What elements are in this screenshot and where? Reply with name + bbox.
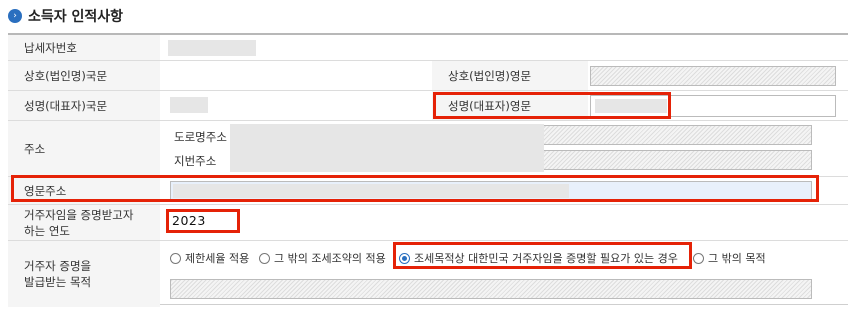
eng-address-cell [160, 177, 848, 204]
year-value[interactable]: 2023 [172, 213, 206, 228]
row-name: 성명(대표자)국문 성명(대표자)영문 [8, 91, 848, 121]
tax-id-value-masked [168, 40, 256, 56]
purpose-label-line2: 발급받는 목적 [24, 275, 92, 289]
company-en-cell [588, 61, 848, 90]
address-cell: 도로명주소 지번주소 [160, 121, 848, 176]
row-address: 주소 도로명주소 지번주소 [8, 121, 848, 177]
company-en-input[interactable] [590, 66, 836, 86]
purpose-label: 거주자 증명을 발급받는 목적 [8, 241, 160, 307]
year-label: 거주자임을 증명받고자 하는 연도 [8, 205, 160, 240]
purpose-other-input[interactable] [170, 279, 812, 299]
name-kr-cell [160, 91, 432, 120]
eng-address-input[interactable] [170, 181, 812, 201]
row-purpose: 거주자 증명을 발급받는 목적 제한세율 적용 그 밖의 조세조약의 적용 조세… [8, 241, 848, 307]
purpose-label-line1: 거주자 증명을 [24, 259, 92, 273]
year-label-line1: 거주자임을 증명받고자 [24, 207, 134, 222]
radio-checked-icon[interactable] [399, 252, 410, 264]
row-tax-id: 납세자번호 [8, 35, 848, 61]
purpose-option-other[interactable]: 그 밖의 목적 [693, 250, 766, 266]
radio-unchecked-icon[interactable] [693, 252, 704, 264]
purpose-option-reduced-rate[interactable]: 제한세율 적용 [170, 250, 249, 266]
tax-id-cell [160, 35, 848, 60]
eng-address-label: 영문주소 [8, 177, 160, 204]
purpose-option-label: 조세목적상 대한민국 거주자임을 증명할 필요가 있는 경우 [414, 252, 678, 265]
row-year: 거주자임을 증명받고자 하는 연도 2023 [8, 205, 848, 241]
company-kr-cell [160, 61, 432, 90]
radio-unchecked-icon[interactable] [259, 252, 270, 264]
section-bullet-icon: › [8, 9, 22, 23]
name-kr-label: 성명(대표자)국문 [8, 91, 160, 120]
road-address-label: 도로명주소 [174, 130, 227, 144]
address-value-masked [230, 124, 544, 172]
name-kr-value-masked [170, 97, 208, 113]
name-en-input[interactable] [590, 95, 836, 117]
address-label: 주소 [8, 121, 160, 176]
name-en-label: 성명(대표자)영문 [432, 91, 588, 120]
section-header: › 소득자 인적사항 [8, 6, 123, 26]
tax-id-label: 납세자번호 [8, 35, 160, 60]
purpose-option-label: 제한세율 적용 [185, 252, 250, 265]
purpose-option-label: 그 밖의 목적 [708, 252, 766, 265]
company-kr-label: 상호(법인명)국문 [8, 61, 160, 90]
row-eng-address: 영문주소 [8, 177, 848, 205]
purpose-cell: 제한세율 적용 그 밖의 조세조약의 적용 조세목적상 대한민국 거주자임을 증… [160, 241, 848, 307]
section-title: 소득자 인적사항 [28, 9, 124, 25]
company-en-label: 상호(법인명)영문 [432, 61, 588, 90]
row-company: 상호(법인명)국문 상호(법인명)영문 [8, 61, 848, 91]
eng-address-value-masked [173, 184, 569, 198]
resident-info-table: 납세자번호 상호(법인명)국문 상호(법인명)영문 성명(대표자)국문 성명(대… [8, 33, 848, 307]
purpose-option-residency-proof[interactable]: 조세목적상 대한민국 거주자임을 증명할 필요가 있는 경우 [399, 250, 678, 266]
lot-address-label: 지번주소 [174, 154, 217, 168]
purpose-option-label: 그 밖의 조세조약의 적용 [274, 252, 386, 265]
year-cell: 2023 [160, 205, 848, 240]
name-en-value-masked [595, 99, 667, 113]
year-label-line2: 하는 연도 [24, 223, 70, 238]
purpose-option-other-treaty[interactable]: 그 밖의 조세조약의 적용 [259, 250, 386, 266]
radio-unchecked-icon[interactable] [170, 252, 181, 264]
name-en-cell [588, 91, 848, 120]
